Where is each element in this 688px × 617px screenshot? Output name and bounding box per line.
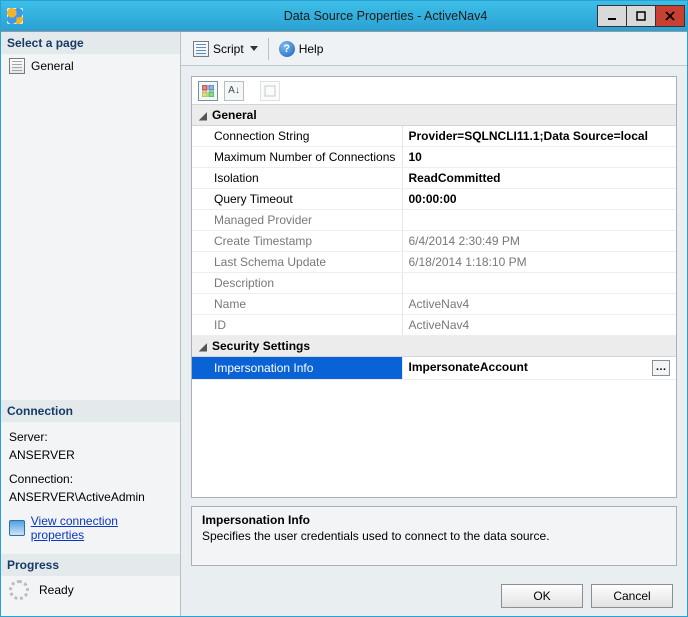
description-text: Specifies the user credentials used to c… bbox=[202, 529, 666, 543]
conn-value: ANSERVER\ActiveAdmin bbox=[9, 488, 172, 506]
alphabetical-button[interactable]: A↓ bbox=[224, 81, 244, 101]
server-value: ANSERVER bbox=[9, 446, 172, 464]
expander-icon: ◢ bbox=[198, 342, 208, 353]
ellipsis-button[interactable]: … bbox=[652, 360, 670, 376]
property-grid-rows[interactable]: ◢General Connection StringProvider=SQLNC… bbox=[192, 105, 676, 497]
impersonation-value: ImpersonateAccount bbox=[409, 360, 528, 374]
progress-heading: Progress bbox=[1, 554, 180, 576]
row-max-connections[interactable]: Maximum Number of Connections10 bbox=[192, 147, 676, 168]
description-title: Impersonation Info bbox=[202, 513, 666, 527]
row-managed-provider[interactable]: Managed Provider bbox=[192, 210, 676, 231]
help-icon: ? bbox=[279, 41, 295, 57]
sidebar: Select a page General Connection Server:… bbox=[1, 32, 181, 616]
select-page-heading: Select a page bbox=[1, 32, 180, 54]
row-last-schema-update[interactable]: Last Schema Update6/18/2014 1:18:10 PM bbox=[192, 252, 676, 273]
row-description[interactable]: Description bbox=[192, 273, 676, 294]
row-query-timeout[interactable]: Query Timeout00:00:00 bbox=[192, 189, 676, 210]
titlebar[interactable]: Data Source Properties - ActiveNav4 bbox=[1, 1, 687, 31]
page-icon bbox=[9, 58, 25, 74]
toolbar-separator bbox=[268, 38, 269, 60]
dialog-window: Data Source Properties - ActiveNav4 Sele… bbox=[0, 0, 688, 617]
row-create-timestamp[interactable]: Create Timestamp6/4/2014 2:30:49 PM bbox=[192, 231, 676, 252]
description-pane: Impersonation Info Specifies the user cr… bbox=[191, 506, 677, 566]
progress-spinner-icon bbox=[9, 580, 29, 600]
close-button[interactable] bbox=[655, 5, 685, 27]
category-security[interactable]: ◢Security Settings bbox=[192, 336, 676, 357]
help-button[interactable]: ? Help bbox=[277, 39, 326, 59]
server-label: Server: bbox=[9, 428, 172, 446]
connection-icon bbox=[9, 520, 25, 536]
row-name[interactable]: NameActiveNav4 bbox=[192, 294, 676, 315]
connection-heading: Connection bbox=[1, 400, 180, 422]
categorized-button[interactable] bbox=[198, 81, 218, 101]
minimize-button[interactable] bbox=[597, 5, 627, 27]
cancel-button[interactable]: Cancel bbox=[591, 584, 673, 608]
connection-block: Server: ANSERVER Connection: ANSERVER\Ac… bbox=[1, 422, 180, 512]
help-label: Help bbox=[299, 42, 324, 56]
property-grid: A↓ ◢General Connection StringProvider=SQ… bbox=[191, 76, 677, 498]
script-label: Script bbox=[213, 42, 244, 56]
row-connection-string[interactable]: Connection StringProvider=SQLNCLI11.1;Da… bbox=[192, 126, 676, 147]
window-title: Data Source Properties - ActiveNav4 bbox=[134, 9, 488, 23]
expander-icon: ◢ bbox=[198, 111, 208, 122]
script-button[interactable]: Script bbox=[191, 39, 260, 59]
page-general[interactable]: General bbox=[1, 54, 180, 78]
script-icon bbox=[193, 41, 209, 57]
category-general[interactable]: ◢General bbox=[192, 105, 676, 126]
conn-label: Connection: bbox=[9, 470, 172, 488]
property-grid-toolbar: A↓ bbox=[192, 77, 676, 105]
progress-status: Ready bbox=[1, 576, 180, 604]
app-icon bbox=[7, 8, 23, 24]
property-pages-button bbox=[260, 81, 280, 101]
dialog-footer: OK Cancel bbox=[181, 576, 687, 616]
row-impersonation-info[interactable]: Impersonation Info ImpersonateAccount… bbox=[192, 357, 676, 380]
row-id[interactable]: IDActiveNav4 bbox=[192, 315, 676, 336]
progress-text: Ready bbox=[39, 583, 74, 597]
ok-button[interactable]: OK bbox=[501, 584, 583, 608]
toolbar: Script ? Help bbox=[181, 32, 687, 66]
main-panel: Script ? Help A↓ bbox=[181, 32, 687, 616]
page-label: General bbox=[31, 59, 74, 73]
row-isolation[interactable]: IsolationReadCommitted bbox=[192, 168, 676, 189]
maximize-button[interactable] bbox=[626, 5, 656, 27]
chevron-down-icon bbox=[250, 46, 258, 51]
view-conn-props-link[interactable]: View connection properties bbox=[1, 512, 180, 544]
view-conn-props-text: View connection properties bbox=[31, 514, 172, 542]
